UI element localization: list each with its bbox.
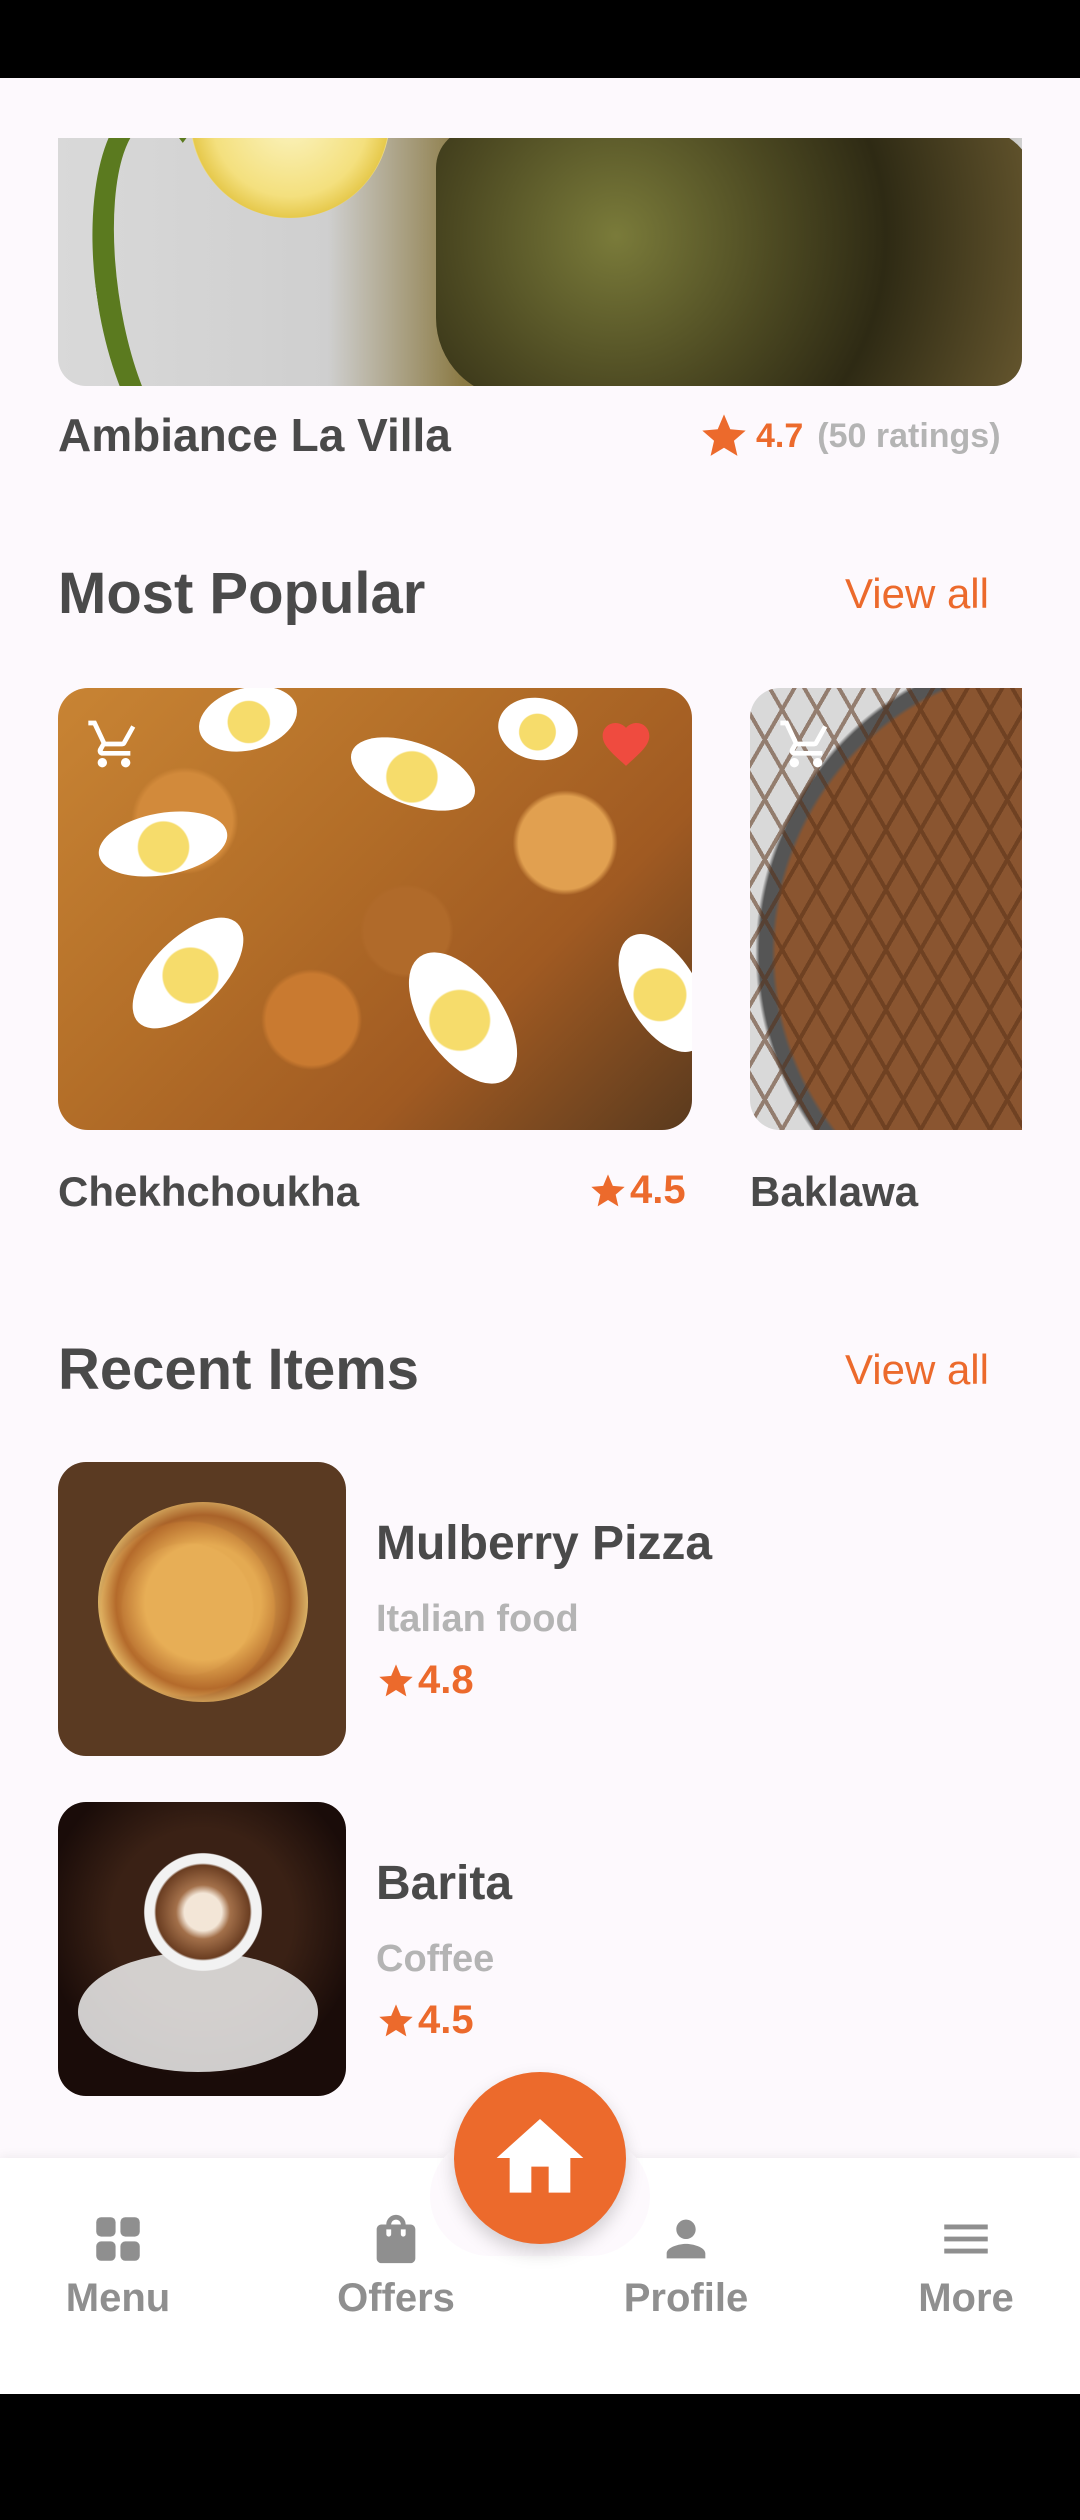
cart-icon[interactable]: [778, 716, 834, 772]
system-navigation-bar: [0, 2394, 1080, 2520]
status-bar: [0, 0, 1080, 78]
restaurant-ratings-count: (50 ratings): [817, 416, 1001, 455]
popular-item-name[interactable]: Baklawa: [750, 1168, 918, 1216]
star-icon: [379, 2003, 413, 2036]
tab-offers-label: Offers: [337, 2276, 455, 2320]
recent-item-category: Italian food: [376, 1598, 579, 1640]
recent-item-rating-value: 4.5: [418, 1998, 474, 2042]
recent-item-rating: 4.5: [376, 1998, 474, 2043]
popular-item-rating-value: 4.5: [630, 1168, 686, 1212]
person-icon: [666, 2219, 706, 2259]
grid-icon: [96, 2217, 140, 2261]
popular-item-image[interactable]: [750, 688, 1022, 1130]
tab-offers[interactable]: Offers: [296, 2210, 496, 2321]
tab-menu[interactable]: Menu: [18, 2210, 218, 2321]
popular-item-name[interactable]: Chekhchoukha: [58, 1168, 359, 1216]
star-icon: [379, 1663, 413, 1696]
star-icon: [702, 414, 746, 456]
recent-item-name[interactable]: Barita: [376, 1856, 512, 1911]
recent-item-image[interactable]: [58, 1802, 346, 2096]
restaurant-name[interactable]: Ambiance La Villa: [58, 408, 451, 462]
tab-more[interactable]: More: [866, 2210, 1066, 2321]
recent-item-rating-value: 4.8: [418, 1658, 474, 1702]
section-title-most-popular: Most Popular: [58, 561, 426, 626]
restaurant-rating-value: 4.7: [756, 416, 804, 455]
section-title-recent-items: Recent Items: [58, 1337, 420, 1402]
home-icon: [496, 2119, 584, 2193]
bag-icon: [376, 2214, 416, 2264]
star-icon: [591, 1173, 625, 1206]
tab-profile[interactable]: Profile: [586, 2210, 786, 2321]
tab-menu-label: Menu: [65, 2276, 171, 2320]
recent-item-image[interactable]: [58, 1462, 346, 1756]
restaurant-image[interactable]: [58, 138, 1022, 386]
recent-item-category: Coffee: [376, 1938, 495, 1980]
cart-icon[interactable]: [86, 716, 142, 772]
restaurant-rating: 4.7 (50 ratings): [698, 410, 1001, 462]
popular-item-image[interactable]: [58, 688, 692, 1130]
heart-icon[interactable]: [598, 716, 654, 772]
tab-more-label: More: [918, 2276, 1014, 2320]
most-popular-view-all-link[interactable]: View all: [845, 570, 989, 618]
menu-icon: [944, 2224, 988, 2254]
tab-profile-label: Profile: [623, 2276, 749, 2320]
recent-item-name[interactable]: Mulberry Pizza: [376, 1516, 712, 1571]
recent-items-view-all-link[interactable]: View all: [845, 1346, 989, 1394]
recent-item-rating: 4.8: [376, 1658, 474, 1703]
popular-item-rating: 4.5: [588, 1168, 686, 1213]
